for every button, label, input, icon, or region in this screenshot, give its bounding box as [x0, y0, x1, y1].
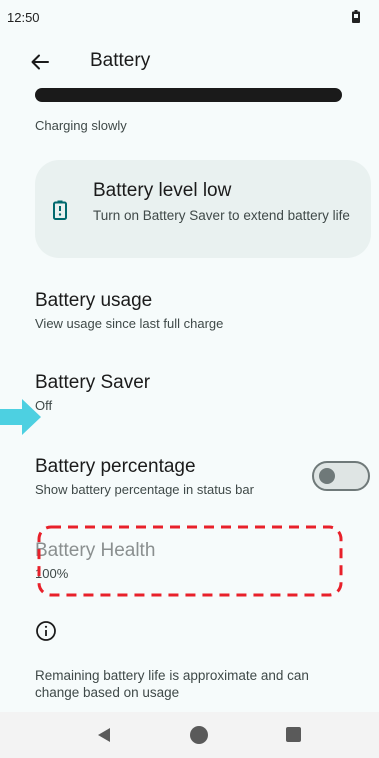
nav-home-icon[interactable]	[190, 726, 208, 744]
battery-alert-icon	[53, 200, 67, 220]
battery-percentage-title: Battery percentage	[35, 456, 196, 477]
battery-percentage-summary: Show battery percentage in status bar	[35, 482, 254, 497]
highlight-box	[37, 525, 343, 597]
app-bar: Battery	[0, 38, 379, 86]
footer-text: Remaining battery life is approximate an…	[35, 668, 309, 700]
battery-usage-item[interactable]: Battery usage View usage since last full…	[0, 290, 379, 338]
page-title: Battery	[90, 50, 151, 71]
status-time: 12:50	[7, 10, 40, 25]
battery-usage-title: Battery usage	[35, 290, 153, 311]
arrow-indicator-icon	[0, 399, 41, 435]
battery-settings-screen: 12:50 Battery Charging slowly Battery le…	[0, 0, 379, 758]
battery-saver-title: Battery Saver	[35, 372, 151, 393]
nav-recents-icon[interactable]	[286, 727, 301, 742]
battery-level-bar	[35, 88, 342, 102]
status-bar: 12:50	[0, 0, 379, 34]
battery-saver-item[interactable]: Battery Saver Off	[0, 372, 379, 420]
battery-percentage-toggle[interactable]	[312, 461, 370, 491]
battery-icon	[352, 10, 360, 23]
battery-tip-card[interactable]: Battery level low Turn on Battery Saver …	[35, 160, 371, 258]
navigation-bar	[0, 712, 379, 758]
charging-status: Charging slowly	[35, 118, 127, 133]
battery-usage-summary: View usage since last full charge	[35, 316, 224, 331]
tip-summary: Turn on Battery Saver to extend battery …	[93, 208, 350, 223]
nav-back-icon[interactable]	[96, 727, 112, 743]
toggle-thumb	[319, 468, 335, 484]
tip-title: Battery level low	[93, 180, 232, 201]
info-icon	[36, 621, 56, 641]
arrow-left-icon[interactable]	[26, 48, 54, 76]
